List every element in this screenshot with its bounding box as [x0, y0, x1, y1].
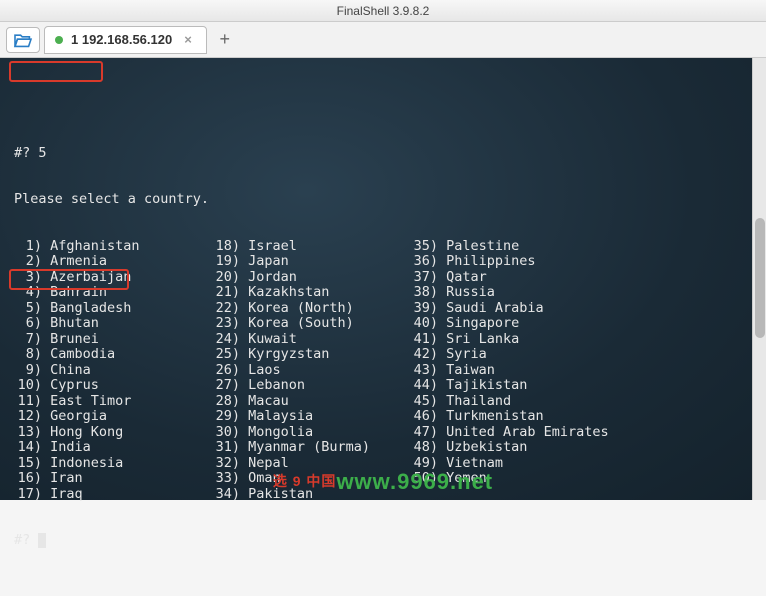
country-item: 39) Saudi Arabia [410, 301, 752, 317]
status-dot-icon [55, 36, 63, 44]
country-item: 25) Kyrgyzstan [212, 347, 410, 363]
terminal-line-prompt1: #? 5 [14, 146, 752, 162]
country-item: 3) Azerbaijan [14, 270, 212, 286]
highlight-box-prompt [9, 61, 103, 82]
country-item: 9) China [14, 363, 212, 379]
country-item: 30) Mongolia [212, 425, 410, 441]
country-item: 18) Israel [212, 239, 410, 255]
country-row: 2) Armenia19) Japan36) Philippines [14, 254, 752, 270]
country-item: 50) Yemen [410, 471, 752, 487]
country-item: 38) Russia [410, 285, 752, 301]
country-item: 34) Pakistan [212, 487, 410, 503]
terminal-line-heading: Please select a country. [14, 192, 752, 208]
country-item: 40) Singapore [410, 316, 752, 332]
tab-session-1[interactable]: 1 192.168.56.120 × [44, 26, 207, 54]
country-row: 7) Brunei24) Kuwait41) Sri Lanka [14, 332, 752, 348]
country-item: 11) East Timor [14, 394, 212, 410]
country-item: 17) Iraq [14, 487, 212, 503]
terminal-line-prompt2: #? [14, 533, 752, 549]
country-item: 47) United Arab Emirates [410, 425, 752, 441]
country-item: 33) Oman [212, 471, 410, 487]
country-row: 10) Cyprus27) Lebanon44) Tajikistan [14, 378, 752, 394]
country-item: 36) Philippines [410, 254, 752, 270]
country-row: 5) Bangladesh22) Korea (North)39) Saudi … [14, 301, 752, 317]
country-row: 4) Bahrain21) Kazakhstan38) Russia [14, 285, 752, 301]
country-item: 35) Palestine [410, 239, 752, 255]
country-item [410, 487, 752, 503]
country-item: 21) Kazakhstan [212, 285, 410, 301]
country-item: 48) Uzbekistan [410, 440, 752, 456]
tab-close-button[interactable]: × [184, 32, 192, 47]
country-item: 42) Syria [410, 347, 752, 363]
country-row: 1) Afghanistan18) Israel35) Palestine [14, 239, 752, 255]
country-item: 2) Armenia [14, 254, 212, 270]
country-item: 20) Jordan [212, 270, 410, 286]
country-item: 10) Cyprus [14, 378, 212, 394]
country-item: 26) Laos [212, 363, 410, 379]
window-title: FinalShell 3.9.8.2 [337, 4, 430, 18]
country-row: 15) Indonesia32) Nepal49) Vietnam [14, 456, 752, 472]
country-item: 5) Bangladesh [14, 301, 212, 317]
country-row: 8) Cambodia25) Kyrgyzstan42) Syria [14, 347, 752, 363]
country-item: 22) Korea (North) [212, 301, 410, 317]
new-tab-button[interactable]: + [211, 26, 239, 54]
country-item: 6) Bhutan [14, 316, 212, 332]
terminal-pane[interactable]: #? 5 Please select a country. 1) Afghani… [0, 58, 766, 500]
tab-bar: 1 192.168.56.120 × + [0, 22, 766, 58]
country-row: 13) Hong Kong30) Mongolia47) United Arab… [14, 425, 752, 441]
country-row: 9) China26) Laos43) Taiwan [14, 363, 752, 379]
country-row: 3) Azerbaijan20) Jordan37) Qatar [14, 270, 752, 286]
country-row: 6) Bhutan23) Korea (South)40) Singapore [14, 316, 752, 332]
tab-label: 1 192.168.56.120 [71, 32, 172, 47]
country-row: 11) East Timor28) Macau45) Thailand [14, 394, 752, 410]
terminal-cursor [38, 533, 46, 548]
country-item: 4) Bahrain [14, 285, 212, 301]
country-item: 23) Korea (South) [212, 316, 410, 332]
country-item: 8) Cambodia [14, 347, 212, 363]
country-item: 14) India [14, 440, 212, 456]
country-item: 29) Malaysia [212, 409, 410, 425]
window-titlebar: FinalShell 3.9.8.2 [0, 0, 766, 22]
country-item: 27) Lebanon [212, 378, 410, 394]
country-row: 12) Georgia29) Malaysia46) Turkmenistan [14, 409, 752, 425]
country-item: 1) Afghanistan [14, 239, 212, 255]
country-item: 46) Turkmenistan [410, 409, 752, 425]
country-columns: 1) Afghanistan18) Israel35) Palestine2) … [14, 239, 752, 503]
country-item: 16) Iran [14, 471, 212, 487]
folder-open-icon [13, 32, 33, 48]
country-item: 45) Thailand [410, 394, 752, 410]
country-item: 15) Indonesia [14, 456, 212, 472]
vertical-scrollbar[interactable] [752, 58, 766, 500]
country-row: 17) Iraq34) Pakistan [14, 487, 752, 503]
country-item: 49) Vietnam [410, 456, 752, 472]
open-connection-button[interactable] [6, 27, 40, 53]
country-item: 7) Brunei [14, 332, 212, 348]
country-item: 44) Tajikistan [410, 378, 752, 394]
scrollbar-thumb[interactable] [755, 218, 765, 338]
country-item: 12) Georgia [14, 409, 212, 425]
country-item: 24) Kuwait [212, 332, 410, 348]
country-item: 32) Nepal [212, 456, 410, 472]
country-item: 31) Myanmar (Burma) [212, 440, 410, 456]
country-item: 13) Hong Kong [14, 425, 212, 441]
country-item: 28) Macau [212, 394, 410, 410]
country-row: 14) India31) Myanmar (Burma)48) Uzbekist… [14, 440, 752, 456]
country-item: 43) Taiwan [410, 363, 752, 379]
country-row: 16) Iran33) Oman50) Yemen [14, 471, 752, 487]
country-item: 37) Qatar [410, 270, 752, 286]
country-item: 41) Sri Lanka [410, 332, 752, 348]
country-item: 19) Japan [212, 254, 410, 270]
